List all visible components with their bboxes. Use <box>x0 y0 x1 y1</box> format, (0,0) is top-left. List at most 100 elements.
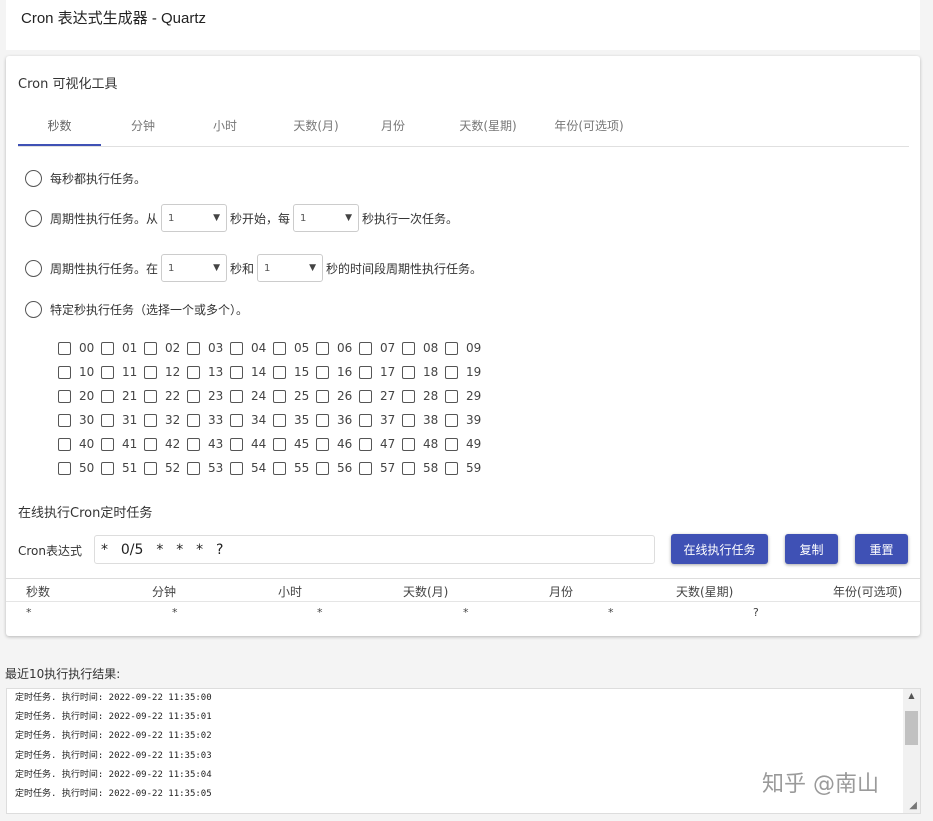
radio-specific[interactable] <box>25 300 42 318</box>
second-checkbox[interactable] <box>445 437 458 451</box>
second-checkbox[interactable] <box>316 461 329 475</box>
tab-minutes[interactable]: 分钟 <box>118 109 168 146</box>
second-checkbox[interactable] <box>273 461 286 475</box>
second-checkbox[interactable] <box>230 413 243 427</box>
radio-cycle[interactable] <box>25 209 42 227</box>
second-checkbox[interactable] <box>402 413 415 427</box>
second-checkbox[interactable] <box>101 389 114 403</box>
second-option[interactable]: 15 <box>273 365 316 379</box>
second-checkbox[interactable] <box>144 437 157 451</box>
second-checkbox[interactable] <box>230 341 243 355</box>
second-checkbox[interactable] <box>58 365 71 379</box>
second-checkbox[interactable] <box>273 341 286 355</box>
second-option[interactable]: 56 <box>316 461 359 475</box>
second-checkbox[interactable] <box>402 461 415 475</box>
second-option[interactable]: 31 <box>101 413 144 427</box>
second-checkbox[interactable] <box>187 413 200 427</box>
second-checkbox[interactable] <box>187 461 200 475</box>
second-checkbox[interactable] <box>316 365 329 379</box>
second-option[interactable]: 27 <box>359 389 402 403</box>
second-checkbox[interactable] <box>359 437 372 451</box>
second-checkbox[interactable] <box>359 413 372 427</box>
second-option[interactable]: 24 <box>230 389 273 403</box>
second-checkbox[interactable] <box>445 389 458 403</box>
second-checkbox[interactable] <box>101 341 114 355</box>
second-option[interactable]: 03 <box>187 341 230 355</box>
tab-seconds[interactable]: 秒数 <box>18 109 101 146</box>
second-checkbox[interactable] <box>230 437 243 451</box>
second-option[interactable]: 42 <box>144 437 187 451</box>
second-checkbox[interactable] <box>58 461 71 475</box>
second-option[interactable]: 47 <box>359 437 402 451</box>
second-checkbox[interactable] <box>144 461 157 475</box>
second-checkbox[interactable] <box>402 437 415 451</box>
second-option[interactable]: 40 <box>58 437 101 451</box>
second-option[interactable]: 09 <box>445 341 488 355</box>
second-option[interactable]: 30 <box>58 413 101 427</box>
second-checkbox[interactable] <box>402 389 415 403</box>
tab-hours[interactable]: 小时 <box>200 109 250 146</box>
second-option[interactable]: 52 <box>144 461 187 475</box>
second-checkbox[interactable] <box>101 461 114 475</box>
tab-month[interactable]: 月份 <box>368 109 418 146</box>
second-checkbox[interactable] <box>101 365 114 379</box>
range-to-select[interactable]: 1 ▼ <box>257 254 324 282</box>
second-option[interactable]: 41 <box>101 437 144 451</box>
second-option[interactable]: 12 <box>144 365 187 379</box>
second-checkbox[interactable] <box>101 413 114 427</box>
second-option[interactable]: 02 <box>144 341 187 355</box>
second-option[interactable]: 07 <box>359 341 402 355</box>
second-option[interactable]: 18 <box>402 365 445 379</box>
second-option[interactable]: 01 <box>101 341 144 355</box>
second-checkbox[interactable] <box>144 341 157 355</box>
second-option[interactable]: 22 <box>144 389 187 403</box>
second-option[interactable]: 57 <box>359 461 402 475</box>
results-scrollbar[interactable]: ▲ <box>903 689 920 813</box>
copy-button[interactable]: 复制 <box>785 534 838 564</box>
second-option[interactable]: 32 <box>144 413 187 427</box>
second-checkbox[interactable] <box>445 365 458 379</box>
second-option[interactable]: 04 <box>230 341 273 355</box>
second-option[interactable]: 20 <box>58 389 101 403</box>
second-checkbox[interactable] <box>230 389 243 403</box>
second-option[interactable]: 35 <box>273 413 316 427</box>
second-checkbox[interactable] <box>402 341 415 355</box>
second-checkbox[interactable] <box>273 413 286 427</box>
second-option[interactable]: 46 <box>316 437 359 451</box>
second-checkbox[interactable] <box>273 389 286 403</box>
second-checkbox[interactable] <box>187 389 200 403</box>
second-checkbox[interactable] <box>144 389 157 403</box>
second-checkbox[interactable] <box>101 437 114 451</box>
second-option[interactable]: 21 <box>101 389 144 403</box>
second-checkbox[interactable] <box>58 437 71 451</box>
second-checkbox[interactable] <box>445 461 458 475</box>
second-option[interactable]: 58 <box>402 461 445 475</box>
option-every-second[interactable]: 每秒都执行任务。 <box>25 166 146 190</box>
second-option[interactable]: 38 <box>402 413 445 427</box>
second-checkbox[interactable] <box>187 437 200 451</box>
second-option[interactable]: 34 <box>230 413 273 427</box>
second-option[interactable]: 11 <box>101 365 144 379</box>
second-checkbox[interactable] <box>359 341 372 355</box>
second-checkbox[interactable] <box>359 461 372 475</box>
second-option[interactable]: 49 <box>445 437 488 451</box>
second-checkbox[interactable] <box>230 365 243 379</box>
second-checkbox[interactable] <box>316 437 329 451</box>
second-option[interactable]: 16 <box>316 365 359 379</box>
second-checkbox[interactable] <box>144 413 157 427</box>
second-option[interactable]: 00 <box>58 341 101 355</box>
second-option[interactable]: 39 <box>445 413 488 427</box>
second-checkbox[interactable] <box>359 365 372 379</box>
option-cycle[interactable]: 周期性执行任务。从 1 ▼ 秒开始，每 1 ▼ 秒执行一次任务。 <box>25 204 458 232</box>
second-option[interactable]: 45 <box>273 437 316 451</box>
second-option[interactable]: 54 <box>230 461 273 475</box>
second-option[interactable]: 48 <box>402 437 445 451</box>
tab-day-of-month[interactable]: 天数(月) <box>284 109 348 146</box>
second-checkbox[interactable] <box>58 341 71 355</box>
second-option[interactable]: 28 <box>402 389 445 403</box>
second-checkbox[interactable] <box>230 461 243 475</box>
second-checkbox[interactable] <box>144 365 157 379</box>
option-specific[interactable]: 特定秒执行任务（选择一个或多个）。 <box>25 297 248 321</box>
second-checkbox[interactable] <box>58 413 71 427</box>
second-checkbox[interactable] <box>316 413 329 427</box>
